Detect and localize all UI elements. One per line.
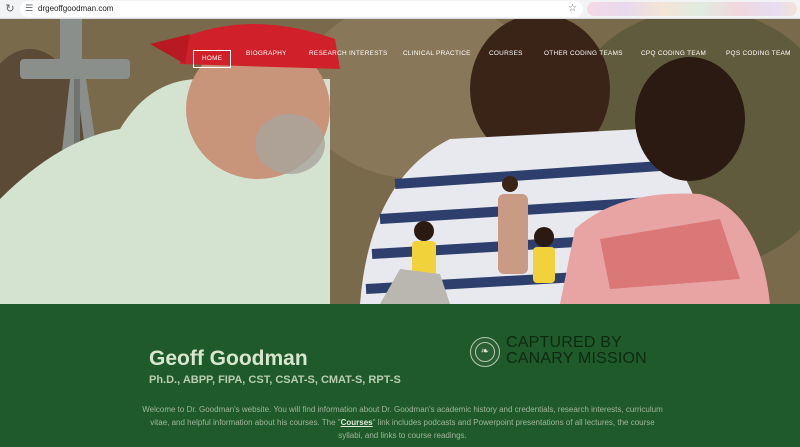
canary-bird-icon: ❧ xyxy=(475,342,495,362)
welcome-paragraph: Welcome to Dr. Goodman's website. You wi… xyxy=(140,403,665,442)
nav-biography[interactable]: BIOGRAPHY xyxy=(246,50,287,68)
profile-name: Geoff Goodman xyxy=(149,347,308,370)
nav-home[interactable]: HOME xyxy=(193,50,232,68)
badge-line-1: CAPTURED BY xyxy=(506,334,622,351)
nav-pqs-coding-team[interactable]: PQS CODING TEAM xyxy=(726,50,791,68)
canary-mission-text[interactable]: CAPTURED BY CANARY MISSION xyxy=(506,335,647,367)
hero-image: HOME BIOGRAPHY RESEARCH INTERESTS CLINIC… xyxy=(0,19,800,304)
profile-credentials: Ph.D., ABPP, FIPA, CST, CSAT-S, CMAT-S, … xyxy=(149,374,401,386)
site-info-icon[interactable]: ☰ xyxy=(25,3,33,15)
browser-toolbar: ↻ ☰ drgeoffgoodman.com ☆ xyxy=(0,0,800,19)
main-nav: HOME BIOGRAPHY RESEARCH INTERESTS CLINIC… xyxy=(0,50,800,68)
address-bar[interactable]: ☰ drgeoffgoodman.com ☆ xyxy=(20,1,583,17)
url-text[interactable]: drgeoffgoodman.com xyxy=(38,3,113,15)
extensions-area[interactable] xyxy=(587,2,797,16)
nav-courses[interactable]: COURSES xyxy=(489,50,523,68)
badge-line-2: CANARY MISSION xyxy=(506,350,647,367)
star-icon[interactable]: ☆ xyxy=(568,2,577,15)
nav-cpq-coding-team[interactable]: CPQ CODING TEAM xyxy=(641,50,706,68)
welcome-text-after: " link includes podcasts and Powerpoint … xyxy=(338,418,655,440)
nav-clinical-practice[interactable]: CLINICAL PRACTICE xyxy=(403,50,471,68)
nav-other-coding-teams[interactable]: OTHER CODING TEAMS xyxy=(544,50,623,68)
reload-icon[interactable]: ↻ xyxy=(3,2,17,16)
canary-mission-badge[interactable]: ❧ xyxy=(470,337,500,367)
courses-link[interactable]: Courses xyxy=(341,418,373,427)
nav-research-interests[interactable]: RESEARCH INTERESTS xyxy=(309,50,388,68)
